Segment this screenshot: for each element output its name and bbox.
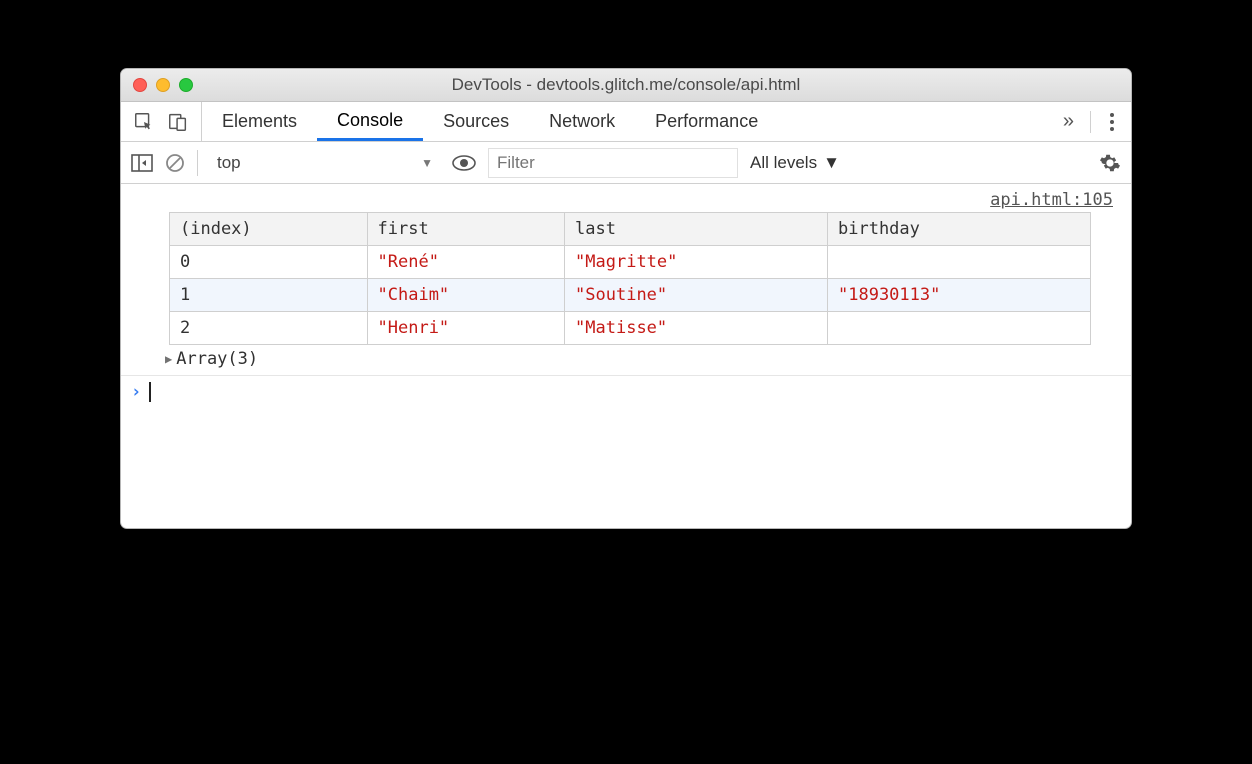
log-levels-selector[interactable]: All levels ▼ xyxy=(750,153,840,173)
context-selector[interactable]: top ▼ xyxy=(210,150,440,176)
console-prompt[interactable]: › xyxy=(121,376,1131,408)
cell-last: "Soutine" xyxy=(565,279,828,312)
close-window-button[interactable] xyxy=(133,78,147,92)
inspect-icon[interactable] xyxy=(133,111,155,133)
cell-index: 0 xyxy=(170,246,368,279)
prompt-chevron-icon: › xyxy=(131,382,141,402)
filter-input[interactable] xyxy=(488,148,738,178)
minimize-window-button[interactable] xyxy=(156,78,170,92)
zoom-window-button[interactable] xyxy=(179,78,193,92)
expand-triangle-icon: ▶ xyxy=(165,352,172,366)
levels-label: All levels xyxy=(750,153,817,173)
console-settings-icon[interactable] xyxy=(1099,152,1121,174)
col-index[interactable]: (index) xyxy=(170,213,368,246)
tab-console[interactable]: Console xyxy=(317,102,423,141)
cell-last: "Matisse" xyxy=(565,312,828,345)
cell-first: "Henri" xyxy=(367,312,565,345)
sidebar-toggle-icon[interactable] xyxy=(131,154,153,172)
cell-birthday: "18930113" xyxy=(828,279,1091,312)
dropdown-icon: ▼ xyxy=(823,153,840,173)
cell-first: "Chaim" xyxy=(367,279,565,312)
object-expander[interactable]: ▶ Array(3) xyxy=(121,345,1131,376)
panel-tabs: Elements Console Sources Network Perform… xyxy=(121,102,1131,142)
live-expression-icon[interactable] xyxy=(452,155,476,171)
table-row: 1 "Chaim" "Soutine" "18930113" xyxy=(170,279,1091,312)
cell-index: 1 xyxy=(170,279,368,312)
device-toggle-icon[interactable] xyxy=(167,111,189,133)
cell-first: "René" xyxy=(367,246,565,279)
cell-last: "Magritte" xyxy=(565,246,828,279)
titlebar: DevTools - devtools.glitch.me/console/ap… xyxy=(121,69,1131,102)
col-first[interactable]: first xyxy=(367,213,565,246)
cell-index: 2 xyxy=(170,312,368,345)
devtools-window: DevTools - devtools.glitch.me/console/ap… xyxy=(120,68,1132,529)
settings-menu-button[interactable] xyxy=(1090,111,1115,133)
console-output: api.html:105 (index) first last birthday… xyxy=(121,184,1131,528)
dropdown-icon: ▼ xyxy=(421,156,433,170)
col-birthday[interactable]: birthday xyxy=(828,213,1091,246)
cell-birthday xyxy=(828,246,1091,279)
source-link[interactable]: api.html:105 xyxy=(121,184,1131,212)
col-last[interactable]: last xyxy=(565,213,828,246)
tab-elements[interactable]: Elements xyxy=(202,102,317,141)
clear-console-icon[interactable] xyxy=(165,153,185,173)
object-summary: Array(3) xyxy=(176,349,258,369)
table-row: 2 "Henri" "Matisse" xyxy=(170,312,1091,345)
traffic-lights xyxy=(121,78,193,92)
tab-network[interactable]: Network xyxy=(529,102,635,141)
console-table: (index) first last birthday 0 "René" "Ma… xyxy=(169,212,1091,345)
console-toolbar: top ▼ All levels ▼ xyxy=(121,142,1131,184)
text-cursor xyxy=(149,382,151,402)
cell-birthday xyxy=(828,312,1091,345)
window-title: DevTools - devtools.glitch.me/console/ap… xyxy=(121,75,1131,95)
more-tabs-button[interactable]: » xyxy=(1063,110,1074,133)
tab-performance[interactable]: Performance xyxy=(635,102,778,141)
table-row: 0 "René" "Magritte" xyxy=(170,246,1091,279)
context-label: top xyxy=(217,153,241,173)
tab-sources[interactable]: Sources xyxy=(423,102,529,141)
